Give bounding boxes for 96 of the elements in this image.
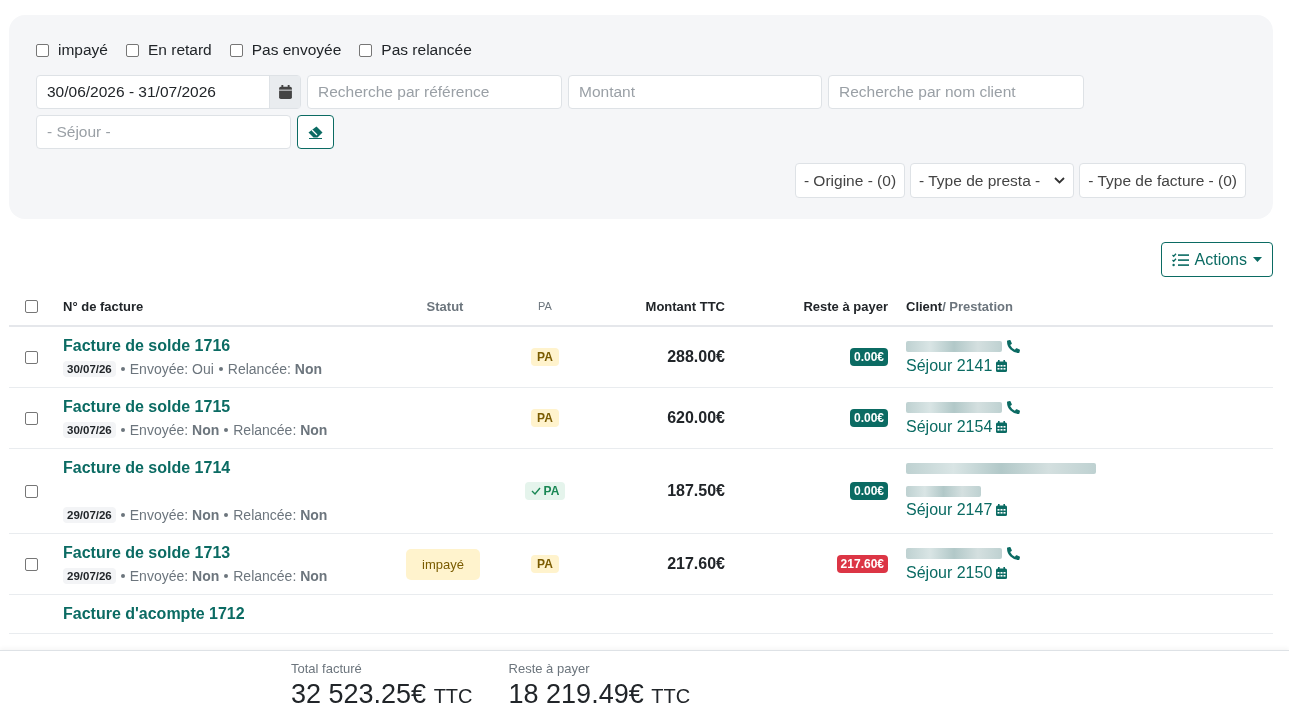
total-unit: TTC	[651, 685, 691, 707]
remaining-badge: 0.00€	[849, 482, 888, 500]
stay-link[interactable]: Séjour 2154	[906, 417, 993, 436]
filter-dropdown[interactable]: - Origine - (0)	[794, 163, 906, 198]
remaining-badge: 217.60€	[836, 555, 888, 573]
phone-icon[interactable]	[1007, 546, 1020, 560]
filter-dropdown[interactable]: - Type de presta -	[910, 163, 1075, 198]
eraser-icon	[308, 125, 323, 139]
invoice-row[interactable]: Facture de solde 1716 30/07/26 Envoyée: Oui Relancée: Non PA 288.00€ 0.00€ Séjour 2141	[9, 327, 1273, 388]
separator-dot	[224, 574, 229, 578]
checkbox[interactable]	[125, 43, 139, 57]
column-header: Client	[906, 298, 943, 314]
remaining-badge: 0.00€	[849, 348, 888, 366]
separator-dot	[224, 428, 229, 432]
invoice-row[interactable]: Facture d'acompte 1712	[9, 595, 1273, 634]
row-checkbox[interactable]	[24, 557, 38, 571]
separator-dot	[120, 513, 125, 517]
invoice-date: 30/07/26	[63, 422, 116, 438]
invoice-link[interactable]: Facture de solde 1716	[63, 337, 231, 354]
column-header: Statut	[426, 298, 464, 314]
separator-dot	[218, 367, 223, 371]
calendar-icon	[996, 566, 1008, 579]
check-icon	[530, 487, 541, 495]
calendar-icon[interactable]	[278, 85, 292, 99]
reminder-status: Relancée: Non	[233, 422, 328, 438]
pa-badge: PA	[524, 482, 566, 500]
row-checkbox[interactable]	[24, 350, 38, 364]
amount: 187.50€	[667, 482, 726, 500]
row-checkbox[interactable]	[24, 484, 38, 498]
invoice-date: 30/07/26	[63, 361, 116, 377]
calendar-icon	[996, 504, 1008, 516]
stay-link[interactable]: Séjour 2150	[906, 563, 993, 582]
invoice-link[interactable]: Facture de solde 1714	[63, 459, 231, 476]
separator-dot	[224, 513, 229, 517]
amount-field[interactable]: Montant	[568, 75, 822, 109]
reminder-status: Relancée: Non	[233, 507, 328, 523]
sent-status: Envoyée: Non	[129, 422, 220, 438]
calendar-icon	[996, 359, 1008, 372]
checkbox-label[interactable]: En retard	[147, 41, 212, 59]
stay-field[interactable]: - Séjour -	[36, 115, 291, 149]
column-header: Montant TTC	[645, 298, 726, 314]
amount: 217.60€	[667, 555, 726, 573]
checkbox-label[interactable]: Pas envoyée	[251, 41, 342, 59]
column-header: Reste à payer	[803, 298, 888, 314]
invoice-link[interactable]: Facture de solde 1715	[63, 398, 231, 415]
sent-status: Envoyée: Oui	[129, 361, 214, 377]
checkbox[interactable]	[229, 43, 243, 57]
total-value: 32 523.25€	[291, 679, 427, 709]
clear-filters-button[interactable]	[297, 115, 334, 149]
caret-icon	[1253, 257, 1262, 262]
filter-dropdown[interactable]: - Type de facture - (0)	[1079, 163, 1246, 198]
calendar-icon	[996, 420, 1008, 433]
chevron-down-icon	[1054, 177, 1066, 184]
amount: 620.00€	[667, 409, 726, 427]
checklist-icon	[1171, 252, 1189, 267]
pa-badge: PA	[531, 348, 559, 366]
separator-dot	[120, 574, 125, 578]
status-badge: impayé	[406, 548, 480, 580]
column-header: PA	[538, 300, 552, 312]
reference-search-field[interactable]: Recherche par référence	[307, 75, 562, 109]
reminder-status: Relancée: Non	[227, 361, 322, 377]
separator-dot	[120, 428, 125, 432]
actions-button[interactable]: Actions	[1160, 242, 1273, 277]
date-range-field[interactable]: 30/06/2026 - 31/07/2026	[36, 75, 301, 109]
pa-badge: PA	[531, 555, 559, 573]
invoice-row[interactable]: Facture de solde 1715 30/07/26 Envoyée: Non Relancée: Non PA 620.00€ 0.00€ Séjour 2154	[9, 388, 1273, 449]
phone-icon[interactable]	[1007, 339, 1020, 353]
checkbox[interactable]	[36, 43, 49, 57]
sent-status: Envoyée: Non	[129, 507, 220, 523]
invoice-date: 29/07/26	[63, 507, 116, 523]
total-unit: TTC	[433, 685, 473, 707]
separator-dot	[120, 367, 125, 371]
total-label: Reste à payer	[508, 661, 591, 676]
amount: 288.00€	[667, 348, 726, 366]
stay-link[interactable]: Séjour 2147	[906, 501, 993, 519]
phone-icon[interactable]	[1007, 400, 1020, 414]
remaining-badge: 0.00€	[849, 409, 888, 427]
stay-link[interactable]: Séjour 2141	[906, 356, 993, 375]
client-search-field[interactable]: Recherche par nom client	[828, 75, 1084, 109]
checkbox-label[interactable]: Pas relancée	[381, 41, 472, 59]
row-checkbox[interactable]	[24, 411, 38, 425]
column-header: N° de facture	[63, 298, 144, 314]
sent-status: Envoyée: Non	[129, 568, 220, 584]
reminder-status: Relancée: Non	[233, 568, 328, 584]
pa-badge: PA	[531, 409, 559, 427]
invoice-link[interactable]: Facture d'acompte 1712	[63, 605, 245, 622]
invoice-date: 29/07/26	[63, 568, 116, 584]
invoice-row[interactable]: Facture de solde 1713 29/07/26 Envoyée: Non Relancée: Non impayé PA 217.60€ 217.60€ Séjour 2150	[9, 534, 1273, 595]
invoice-row[interactable]: Facture de solde 1714 29/07/26 Envoyée: Non Relancée: Non PA 187.50€ 0.00€ Séjour 2147	[9, 449, 1273, 534]
invoice-link[interactable]: Facture de solde 1713	[63, 544, 231, 561]
checkbox[interactable]	[359, 43, 373, 57]
total-label: Total facturé	[291, 661, 363, 676]
total-value: 18 219.49€	[508, 679, 644, 709]
select-all-checkbox[interactable]	[24, 299, 38, 313]
checkbox-label[interactable]: impayé	[58, 41, 108, 59]
column-header: / Prestation	[942, 298, 1013, 314]
